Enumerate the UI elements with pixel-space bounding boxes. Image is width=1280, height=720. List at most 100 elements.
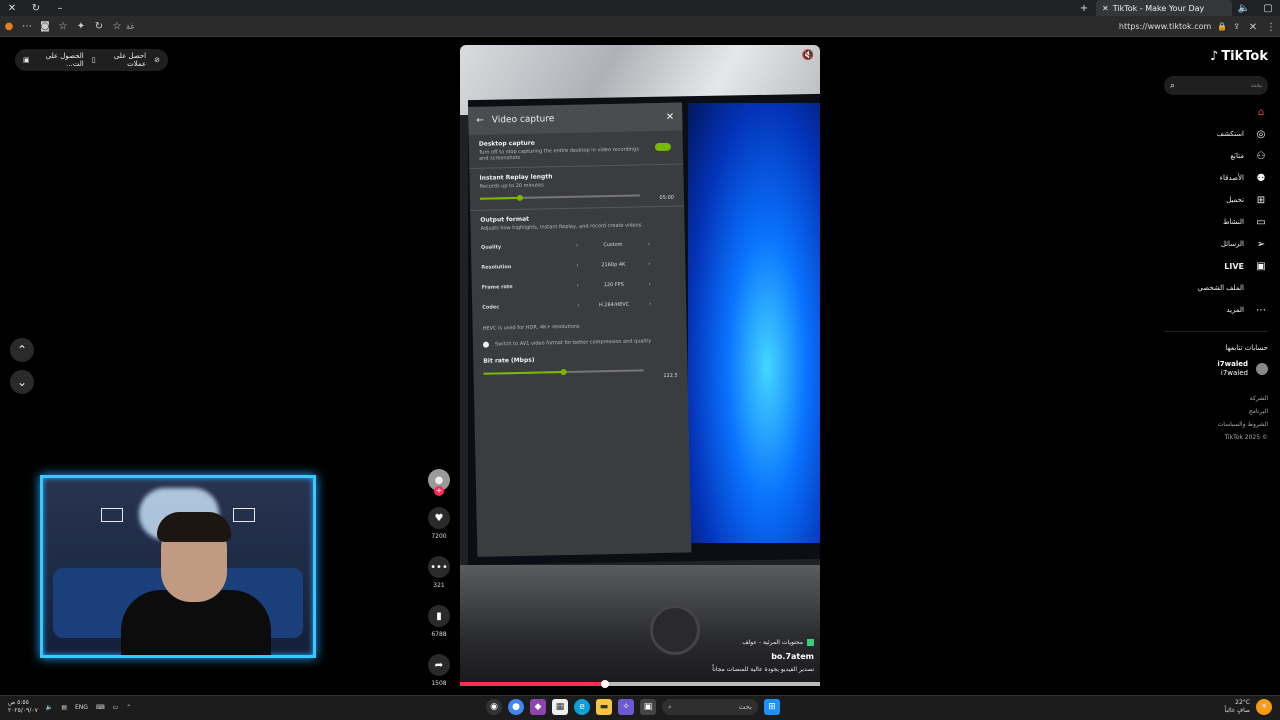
keyboard-icon[interactable]: ⌨: [96, 704, 105, 711]
speaker-icon[interactable]: 🔈: [46, 704, 53, 711]
nav-activity[interactable]: ▭ النشاط: [1164, 211, 1268, 233]
refresh-icon[interactable]: ↻: [24, 0, 48, 16]
replay-desc: Records up to 20 minutes: [479, 182, 544, 190]
effect-tag[interactable]: محتويات المرئية - عولف: [712, 639, 814, 646]
chevron-right-icon: ›: [647, 241, 650, 248]
minimize-icon[interactable]: –: [48, 0, 72, 16]
following-account[interactable]: i7waled i7waled: [1164, 360, 1268, 378]
device-icon[interactable]: ▭: [113, 704, 119, 711]
next-video-button[interactable]: ⌄: [10, 370, 34, 394]
weather-widget[interactable]: 22°C صافٍ غالباً ☀: [1225, 699, 1272, 715]
home-icon: ⌂: [1257, 106, 1265, 118]
extension-icon[interactable]: ✦: [72, 17, 90, 35]
app-purple-icon[interactable]: ◆: [530, 699, 546, 715]
chevron-right-icon: ›: [648, 261, 651, 268]
creator-avatar[interactable]: ● +: [428, 469, 450, 496]
follow-plus-icon[interactable]: +: [434, 486, 444, 496]
start-icon[interactable]: ⊞: [764, 699, 780, 715]
nav-live[interactable]: ▣ LIVE: [1164, 255, 1268, 277]
bookmark-star-icon[interactable]: ☆: [108, 17, 126, 35]
weather-icon: ☀: [1256, 699, 1272, 715]
search-input[interactable]: بحث ⌕: [1164, 76, 1268, 95]
promo-pill[interactable]: ⊘ احصل على عملات ▯ الحصول على الت... ▣: [15, 49, 168, 71]
nav-more[interactable]: ⋯ المزيد: [1164, 299, 1268, 321]
friends-icon: ⚉: [1256, 172, 1266, 184]
quality-value: Custom: [603, 241, 623, 249]
video-username[interactable]: bo.7atem: [712, 652, 814, 661]
volume-icon[interactable]: 🔈: [1232, 0, 1256, 16]
chrome-icon[interactable]: ●: [508, 699, 524, 715]
edge-icon[interactable]: e: [574, 699, 590, 715]
system-tray: ٥:٥٥ ص ٢٠٢٥/٠٩/٠٧ 🔈 ▤ ENG ⌨ ▭ ⌃: [8, 699, 131, 715]
obs-icon[interactable]: ◉: [486, 699, 502, 715]
nav-explore[interactable]: ◎ استكشف: [1164, 123, 1268, 145]
video-more-icon[interactable]: ⋯: [468, 53, 476, 62]
share-arrow-icon: ➦: [434, 659, 444, 671]
menu-dots-icon[interactable]: ⋯: [18, 17, 36, 35]
close-address-icon[interactable]: ✕: [1244, 18, 1262, 36]
like-count: 7200: [431, 533, 447, 540]
clock[interactable]: ٥:٥٥ ص ٢٠٢٥/٠٩/٠٧: [8, 699, 38, 715]
share-count: 1508: [431, 680, 447, 687]
av1-option: Switch to AV1 video format for better co…: [482, 338, 677, 348]
nav-following[interactable]: ⚇ متابَع: [1164, 145, 1268, 167]
calendar-icon[interactable]: ▦: [552, 699, 568, 715]
footer-company[interactable]: الشركة: [1164, 392, 1268, 405]
window-icon[interactable]: ▢: [1256, 0, 1280, 16]
get-coins-link[interactable]: احصل على عملات: [104, 52, 146, 68]
nav-label: LIVE: [1224, 261, 1244, 271]
nav-profile[interactable]: الملف الشخصي: [1164, 277, 1268, 299]
save-button[interactable]: ▮: [428, 605, 450, 627]
progress-thumb[interactable]: [601, 680, 609, 688]
footer-program[interactable]: البرنامج: [1164, 405, 1268, 418]
share-icon[interactable]: ⇪: [1233, 22, 1240, 31]
nav-home[interactable]: ⌂: [1164, 101, 1268, 123]
comment-button[interactable]: •••: [428, 556, 450, 578]
av1-label: Switch to AV1 video format for better co…: [494, 338, 652, 348]
previous-video-button[interactable]: ⌃: [10, 338, 34, 362]
folder-icon[interactable]: ▬: [596, 699, 612, 715]
nav-upload[interactable]: ⊞ تحميل: [1164, 189, 1268, 211]
bitrate-value: 122.5: [663, 372, 678, 379]
taskbar-search-icon: ⌕: [668, 702, 672, 711]
account-text: i7waled i7waled: [1217, 360, 1248, 378]
action-column: ● + ♥ 7200 ••• 321 ▮ 6788 ➦ 1508: [426, 469, 452, 687]
address-bar: ● ⋯ ◙ ☆ ✦ ↻ ☆ غة https://www.tiktok.com …: [0, 16, 1280, 37]
network-icon[interactable]: ▤: [61, 704, 67, 711]
search-icon[interactable]: ⌕: [1170, 81, 1175, 91]
footer-terms[interactable]: الشروط والسياسات: [1164, 418, 1268, 431]
get-pc-app-link[interactable]: الحصول على الت...: [38, 52, 84, 68]
nav-label: تحميل: [1226, 196, 1244, 204]
tab-tiktok[interactable]: ✕ TikTok - Make Your Day: [1096, 0, 1232, 16]
replay-section: Instant Replay length Records up to 20 m…: [469, 164, 685, 211]
taskbar-search[interactable]: بحث ⌕: [662, 699, 758, 715]
close-tab-icon[interactable]: ✕: [1102, 4, 1109, 13]
nav-friends[interactable]: ⚉ الأصدقاء: [1164, 167, 1268, 189]
nav-label: متابَع: [1230, 152, 1244, 160]
tiktok-logo[interactable]: ♪ TikTok: [1164, 49, 1268, 64]
new-tab-button[interactable]: +: [1072, 0, 1096, 16]
weather-text: 22°C صافٍ غالباً: [1225, 699, 1250, 715]
profile-icon[interactable]: ◙: [36, 17, 54, 35]
video-player[interactable]: ← Video capture ✕ Desktop capture Turn o…: [460, 45, 820, 685]
taskview-icon[interactable]: ▣: [640, 699, 656, 715]
favorites-icon[interactable]: ☆: [54, 17, 72, 35]
overflow-menu-icon[interactable]: ⋮: [1262, 18, 1280, 36]
address-hint[interactable]: غة: [126, 22, 134, 31]
tray-chevron-icon[interactable]: ⌃: [126, 704, 131, 711]
wall-frame-right: [233, 508, 255, 522]
language-indicator[interactable]: ENG: [75, 704, 88, 711]
like-button[interactable]: ♥: [428, 507, 450, 529]
reload-icon[interactable]: ↻: [90, 17, 108, 35]
nav-label: النشاط: [1222, 218, 1244, 226]
copilot-icon[interactable]: ✧: [618, 699, 634, 715]
coins-icon: ⊘: [154, 56, 160, 64]
close-window-icon[interactable]: ✕: [0, 0, 24, 16]
account-name: i7waled: [1217, 360, 1248, 368]
mute-icon[interactable]: 🔇: [802, 50, 814, 61]
chevron-left-icon: ‹: [576, 262, 579, 269]
share-button[interactable]: ➦: [428, 654, 450, 676]
nav-messages[interactable]: ➢ الرسائل: [1164, 233, 1268, 255]
video-progress-bar[interactable]: [460, 680, 820, 688]
url-field[interactable]: https://www.tiktok.com 🔒 ⇪: [1119, 19, 1240, 34]
